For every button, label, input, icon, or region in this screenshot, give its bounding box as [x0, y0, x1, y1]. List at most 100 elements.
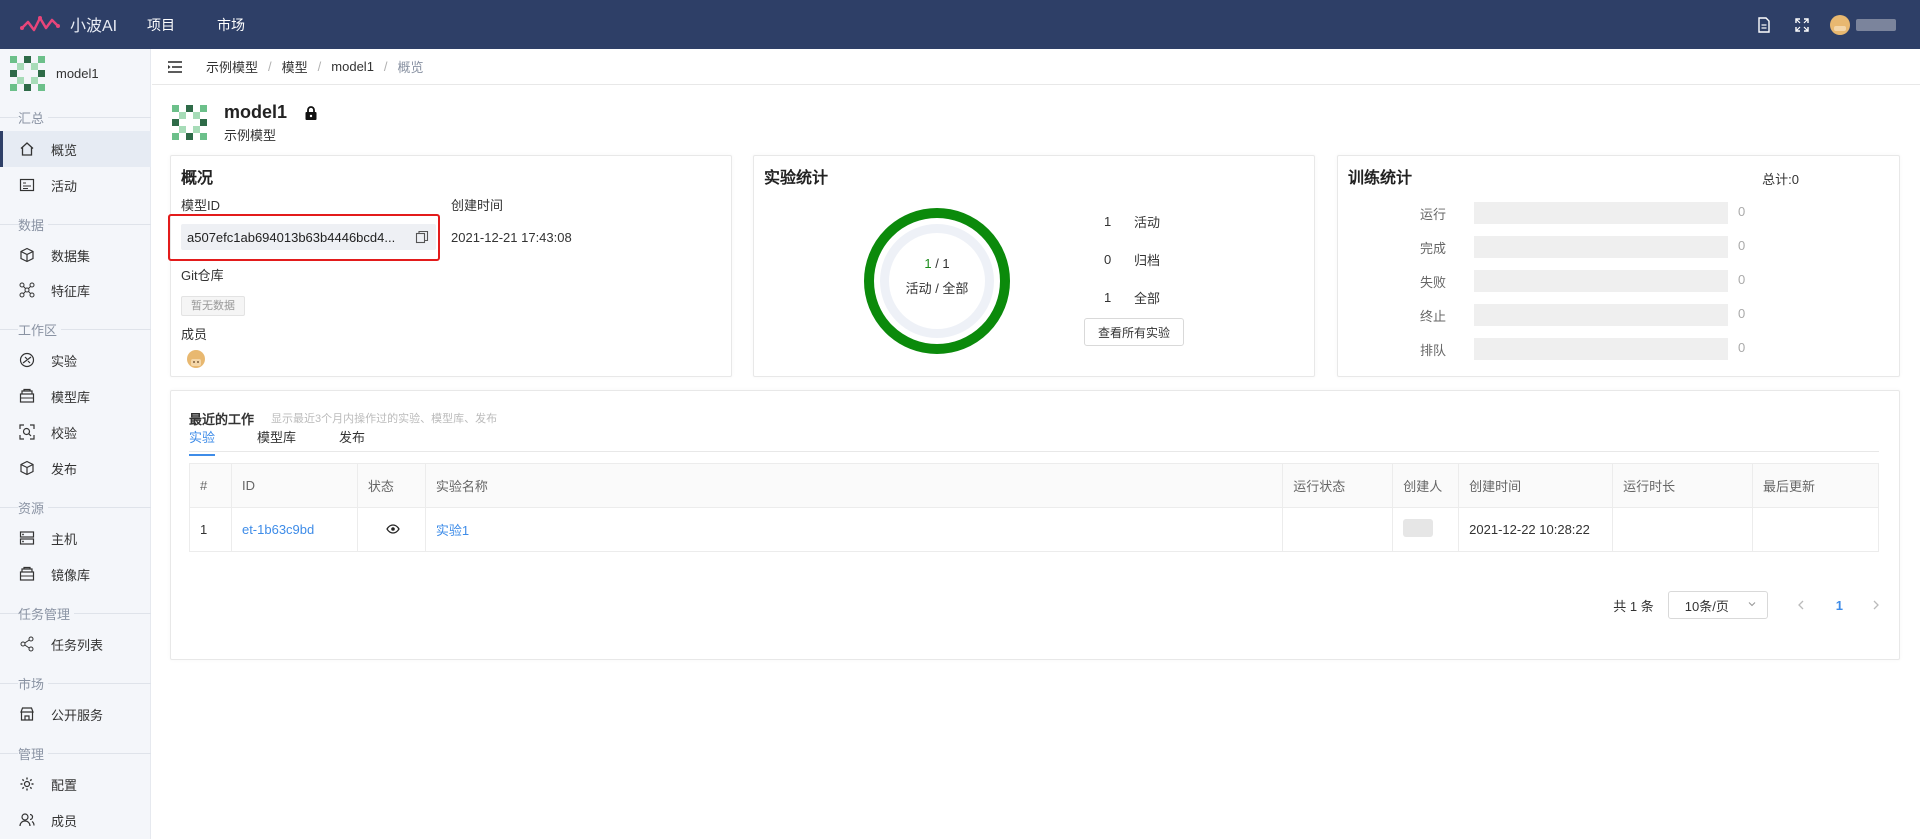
sidebar-item-experiments[interactable]: 实验: [0, 342, 151, 378]
sidebar-item-validation[interactable]: 校验: [0, 414, 151, 450]
sidebar-item-images[interactable]: 镜像库: [0, 556, 151, 592]
section-tasks: 任务管理: [0, 603, 151, 623]
overview-title: 概况: [181, 170, 214, 187]
stat-row-all: 1 全部: [1104, 290, 1161, 306]
sidebar-item-activity[interactable]: 活动: [0, 167, 151, 203]
progress-bar: [1474, 338, 1728, 360]
prev-page-icon[interactable]: [1796, 599, 1806, 611]
training-row-queued: 排队 0: [1419, 338, 1746, 360]
chevron-down-icon: [1748, 602, 1756, 607]
eye-icon[interactable]: [386, 524, 400, 534]
document-icon[interactable]: [1754, 15, 1774, 35]
gear-icon: [18, 775, 36, 793]
column-header: 创建时间: [1458, 463, 1614, 508]
model-header: model1 示例模型: [170, 102, 319, 144]
duration-cell: [1612, 507, 1753, 552]
view-all-experiments-button[interactable]: 查看所有实验: [1084, 318, 1184, 346]
model-avatar-icon: [10, 55, 45, 91]
section-resources: 资源: [0, 497, 151, 517]
training-stats-title: 训练统计: [1348, 170, 1413, 187]
sidebar-item-publish[interactable]: 发布: [0, 450, 151, 486]
app-logo[interactable]: 小波AI: [20, 12, 117, 36]
page-size-select[interactable]: 10条/页: [1667, 591, 1768, 619]
column-header: 运行状态: [1282, 463, 1394, 508]
network-icon: [18, 281, 36, 299]
sidebar: model1 汇总 概览 活动 数据 数据集 特征库 工作区 实验 模型库 校验…: [0, 49, 151, 839]
share-nodes-icon: [18, 635, 36, 653]
column-header: #: [189, 463, 232, 508]
page-subtitle: 示例模型: [224, 128, 277, 143]
store-icon: [18, 705, 36, 723]
progress-bar: [1474, 304, 1728, 326]
scan-icon: [18, 423, 36, 441]
training-row-stopped: 终止 0: [1419, 304, 1746, 326]
column-header: 运行时长: [1612, 463, 1753, 508]
sidebar-item-hosts[interactable]: 主机: [0, 520, 151, 556]
app-name: 小波AI: [70, 18, 118, 35]
experiment-icon: [18, 351, 36, 369]
main-content: 示例模型 / 模型 / model1/ 概览 model1 示例模型 概况 模型ID…: [152, 49, 1920, 839]
top-bar: 小波AI 项目 市场: [0, 0, 1920, 49]
tab-publish[interactable]: 发布: [339, 427, 365, 454]
sidebar-item-config[interactable]: 配置: [0, 766, 151, 802]
experiment-name-link[interactable]: 实验1: [436, 523, 469, 538]
sidebar-item-task-list[interactable]: 任务列表: [0, 626, 151, 662]
column-header: 创建人: [1392, 463, 1460, 508]
sidebar-item-overview[interactable]: 概览: [0, 131, 151, 167]
breadcrumb-item[interactable]: 模型: [282, 57, 308, 76]
logo-wave-icon: [20, 16, 60, 32]
progress-bar: [1474, 202, 1728, 224]
page-title: model1: [224, 102, 288, 122]
nav-projects[interactable]: 项目: [147, 15, 175, 35]
nav-market[interactable]: 市场: [217, 15, 245, 35]
experiment-stats-title: 实验统计: [764, 170, 829, 187]
section-workspace: 工作区: [0, 319, 151, 339]
table-row: 1 et-1b63c9bd 实验1 2021-12-22 10:28:22: [189, 507, 1880, 552]
breadcrumb-item[interactable]: 示例模型: [206, 57, 258, 76]
breadcrumb: 示例模型 / 模型 / model1/ 概览: [206, 57, 424, 76]
next-page-icon[interactable]: [1871, 599, 1881, 611]
training-total: 总计:0: [1762, 172, 1799, 187]
experiment-id-link[interactable]: et-1b63c9bd: [242, 522, 314, 537]
breadcrumb-item[interactable]: model1: [331, 59, 374, 74]
menu-fold-icon[interactable]: [166, 58, 184, 76]
experiment-stats-card: 实验统计 1 / 1 活动 / 全部 1 活动 0 归档 1 全部 查看所有实验: [753, 155, 1315, 377]
sidebar-model-header[interactable]: model1: [0, 49, 150, 98]
model-stack-icon: [18, 387, 36, 405]
fullscreen-icon[interactable]: [1792, 15, 1812, 35]
overview-card: 概况 模型ID a507efc1ab694013b63b4446bcd4... …: [168, 155, 732, 377]
top-nav: 项目 市场: [147, 0, 287, 49]
tab-models[interactable]: 模型库: [257, 427, 296, 454]
lock-icon: [305, 105, 317, 120]
model-avatar-icon: [172, 105, 207, 140]
column-header: 实验名称: [424, 463, 1284, 508]
member-avatar[interactable]: [187, 349, 205, 369]
recent-table: # ID 状态 实验名称 运行状态 创建人 创建时间 运行时长 最后更新 1 e…: [189, 463, 1880, 552]
training-row-completed: 完成 0: [1419, 236, 1746, 258]
sidebar-item-datasets[interactable]: 数据集: [0, 237, 151, 273]
stat-row-archived: 0 归档: [1104, 252, 1161, 268]
sidebar-item-members[interactable]: 成员: [0, 802, 151, 838]
tab-experiments[interactable]: 实验: [189, 427, 216, 456]
user-name-redacted[interactable]: [1856, 18, 1896, 31]
sidebar-item-features[interactable]: 特征库: [0, 272, 151, 308]
column-header: 状态: [356, 463, 426, 508]
stat-row-active: 1 活动: [1104, 214, 1161, 230]
breadcrumb-current: 概览: [397, 60, 424, 75]
page-number[interactable]: 1: [1836, 598, 1843, 613]
recent-work-card: 最近的工作 显示最近3个月内操作过的实验、模型库、发布 实验 模型库 发布 # …: [170, 390, 1900, 660]
sidebar-item-models[interactable]: 模型库: [0, 378, 151, 414]
user-avatar[interactable]: [1830, 14, 1850, 35]
activity-icon: [18, 176, 36, 194]
ring-count: 1 / 1: [924, 256, 950, 271]
section-admin: 管理: [0, 743, 151, 763]
pagination-total: 共 1 条: [1613, 598, 1654, 614]
recent-work-title: 最近的工作: [189, 412, 255, 427]
section-data: 数据: [0, 214, 151, 234]
pagination: 共 1 条 10条/页 1: [1613, 591, 1881, 619]
ring-caption: 活动 / 全部: [905, 281, 969, 296]
server-icon: [18, 529, 36, 547]
sidebar-item-public-services[interactable]: 公开服务: [0, 696, 151, 732]
users-icon: [18, 811, 36, 829]
git-empty-tag: 暂无数据: [181, 296, 245, 316]
